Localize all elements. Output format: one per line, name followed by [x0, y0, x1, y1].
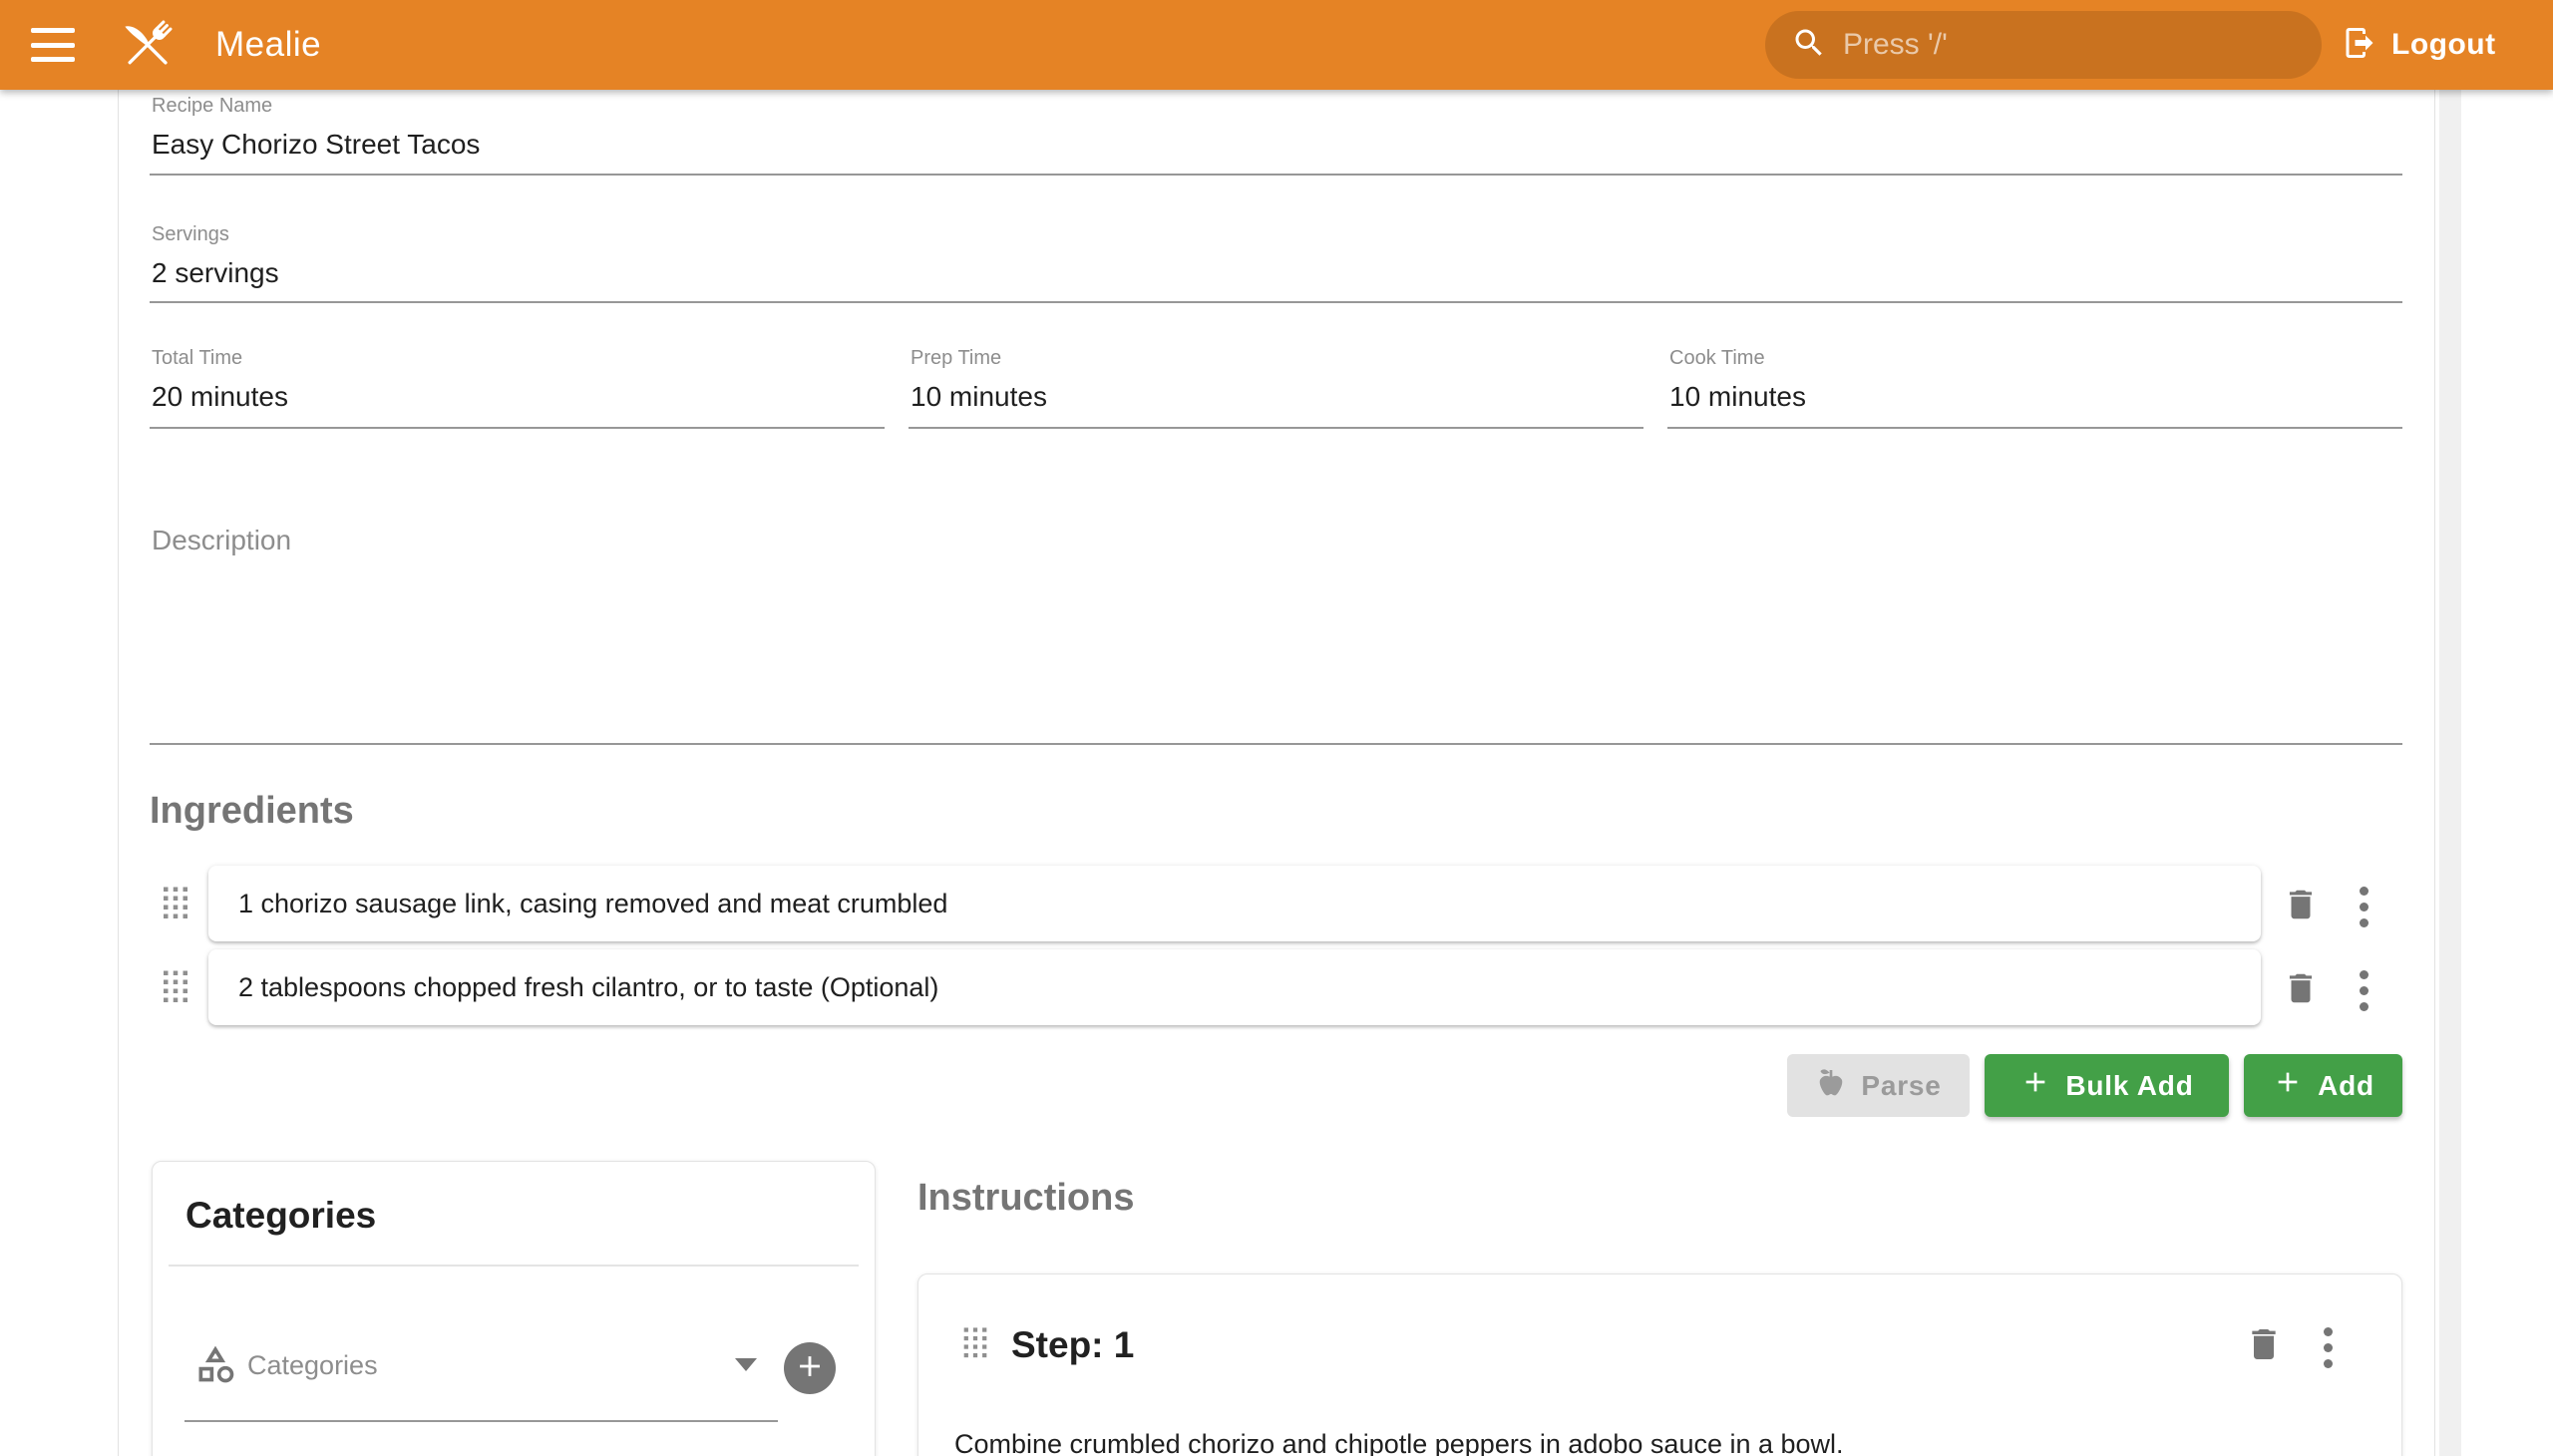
categories-divider — [169, 1265, 859, 1267]
delete-icon[interactable] — [2282, 969, 2320, 1012]
add-button[interactable]: Add — [2244, 1054, 2402, 1117]
menu-icon[interactable] — [30, 24, 76, 66]
total-time-input[interactable]: 20 minutes — [152, 381, 288, 413]
categories-select-underline — [184, 1420, 778, 1422]
ingredient-text: 1 chorizo sausage link, casing removed a… — [238, 889, 947, 919]
scrollbar[interactable] — [2439, 90, 2461, 1456]
delete-icon[interactable] — [2244, 1324, 2284, 1369]
cook-time-label: Cook Time — [1669, 347, 1765, 370]
mealie-logo-icon[interactable] — [116, 13, 180, 82]
recipe-name-label: Recipe Name — [152, 95, 272, 118]
add-label: Add — [2318, 1070, 2374, 1102]
search-placeholder: Press '/' — [1843, 28, 1948, 62]
plus-icon — [2272, 1066, 2304, 1105]
categories-select-label: Categories — [247, 1350, 378, 1381]
content-right-edge — [2434, 90, 2435, 1456]
cook-time-input[interactable]: 10 minutes — [1669, 381, 1806, 413]
bulk-add-button[interactable]: Bulk Add — [1985, 1054, 2229, 1117]
logout-label: Logout — [2391, 28, 2496, 62]
apple-icon — [1815, 1066, 1847, 1105]
recipe-name-underline — [150, 174, 2402, 176]
bulk-add-label: Bulk Add — [2065, 1070, 2193, 1102]
ingredient-input[interactable]: 1 chorizo sausage link, casing removed a… — [208, 866, 2261, 941]
servings-input[interactable]: 2 servings — [152, 257, 279, 289]
chevron-down-icon[interactable] — [735, 1358, 757, 1371]
description-textarea[interactable] — [150, 558, 2402, 742]
servings-label: Servings — [152, 223, 229, 246]
plus-icon — [2019, 1066, 2051, 1105]
search-icon — [1791, 25, 1827, 66]
categories-card-title: Categories — [185, 1195, 376, 1237]
mealie-recipe-editor: Mealie Press '/' Logout Recipe Name Easy… — [0, 0, 2553, 1456]
logout-button[interactable]: Logout — [2342, 21, 2496, 69]
ingredient-text: 2 tablespoons chopped fresh cilantro, or… — [238, 972, 938, 1003]
kebab-menu-icon[interactable] — [2322, 1325, 2335, 1370]
description-underline — [150, 743, 2402, 745]
kebab-menu-icon[interactable] — [2358, 885, 2371, 929]
content-left-edge — [118, 90, 119, 1456]
prep-time-label: Prep Time — [911, 347, 1001, 370]
app-title: Mealie — [215, 25, 321, 65]
ingredient-input[interactable]: 2 tablespoons chopped fresh cilantro, or… — [208, 949, 2261, 1025]
drag-handle-icon[interactable] — [162, 886, 189, 926]
delete-icon[interactable] — [2282, 886, 2320, 928]
description-label: Description — [152, 525, 291, 556]
prep-time-underline — [909, 427, 1643, 429]
step-title: Step: 1 — [1011, 1324, 1134, 1366]
cook-time-underline — [1667, 427, 2402, 429]
drag-handle-icon[interactable] — [162, 969, 189, 1010]
total-time-label: Total Time — [152, 347, 242, 370]
instructions-heading: Instructions — [917, 1177, 1134, 1220]
parse-button[interactable]: Parse — [1787, 1054, 1970, 1117]
total-time-underline — [150, 427, 885, 429]
servings-underline — [150, 301, 2402, 303]
app-bar: Mealie Press '/' Logout — [0, 0, 2553, 90]
search-input[interactable]: Press '/' — [1765, 11, 2322, 79]
drag-handle-icon[interactable] — [962, 1326, 988, 1365]
kebab-menu-icon[interactable] — [2358, 968, 2371, 1013]
plus-icon — [793, 1349, 827, 1388]
ingredients-heading: Ingredients — [150, 790, 354, 833]
add-category-button[interactable] — [784, 1342, 836, 1394]
recipe-name-input[interactable]: Easy Chorizo Street Tacos — [152, 129, 480, 161]
parse-label: Parse — [1861, 1070, 1941, 1102]
step-text-input[interactable]: Combine crumbled chorizo and chipotle pe… — [954, 1429, 2351, 1456]
logout-icon — [2342, 25, 2377, 66]
prep-time-input[interactable]: 10 minutes — [911, 381, 1047, 413]
